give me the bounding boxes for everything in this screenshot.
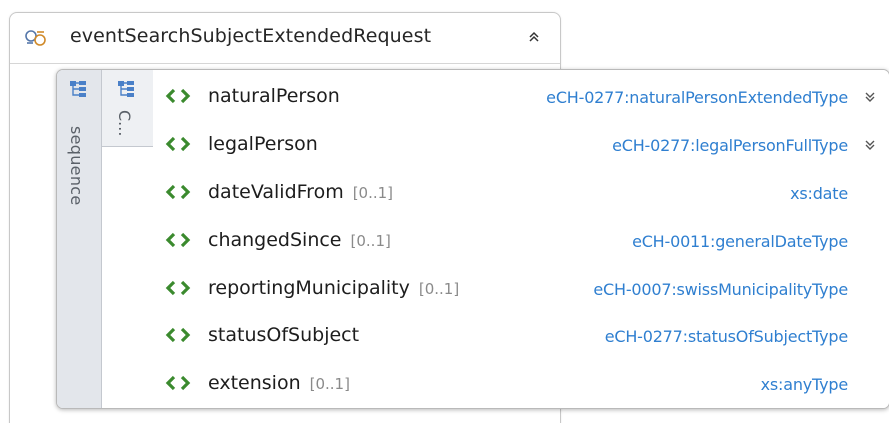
complex-type-name: eventSearchSubjectExtendedRequest: [70, 25, 432, 47]
element-row[interactable]: reportingMunicipality [0..1] eCH-0007:swis…: [153, 265, 889, 313]
element-row[interactable]: legalPerson eCH-0277:legalPersonFullType: [153, 121, 889, 169]
choice-tab[interactable]: C...: [102, 70, 154, 147]
element-icon: [165, 184, 191, 200]
chevron-double-down-icon[interactable]: [863, 90, 877, 104]
element-icon: [165, 327, 191, 343]
element-type-link[interactable]: xs:anyType: [761, 375, 849, 394]
element-icon: [165, 232, 191, 248]
element-row[interactable]: changedSince [0..1] eCH-0011:generalDateTy…: [153, 217, 889, 265]
element-cardinality: [0..1]: [309, 375, 350, 393]
sequence-label: sequence: [67, 126, 86, 206]
element-icon: [165, 280, 191, 296]
element-type-link[interactable]: eCH-0277:legalPersonFullType: [612, 136, 848, 155]
element-type-link[interactable]: xs:date: [790, 184, 848, 203]
element-name: legalPerson: [208, 133, 318, 155]
element-type-link[interactable]: eCH-0277:statusOfSubjectType: [605, 327, 848, 346]
sequence-tab[interactable]: sequence: [57, 70, 102, 408]
element-type-link[interactable]: eCH-0007:swissMunicipalityType: [593, 280, 848, 299]
element-name: naturalPerson: [208, 85, 340, 107]
element-type-link[interactable]: eCH-0011:generalDateType: [632, 232, 848, 251]
element-name: dateValidFrom [0..1]: [208, 181, 394, 203]
element-icon: [165, 88, 191, 104]
sequence-group: sequence C... naturalPerson eCH-0277:natu…: [56, 69, 889, 409]
element-row[interactable]: extension [0..1] xs:anyType: [153, 360, 889, 408]
element-cardinality: [0..1]: [350, 232, 391, 250]
element-cardinality: [0..1]: [418, 280, 460, 298]
element-row[interactable]: naturalPerson eCH-0277:naturalPersonExten…: [153, 73, 889, 121]
element-name: statusOfSubject: [208, 324, 360, 346]
element-cardinality: [0..1]: [352, 184, 394, 202]
element-type-link[interactable]: eCH-0277:naturalPersonExtendedType: [546, 88, 848, 107]
element-name: changedSince [0..1]: [208, 229, 391, 251]
chevron-double-down-icon[interactable]: [863, 138, 877, 152]
element-name: extension [0..1]: [208, 372, 350, 394]
element-icon: [165, 375, 191, 391]
chevron-double-up-icon[interactable]: [527, 30, 541, 44]
complex-type-icon: [25, 30, 46, 46]
sequence-icon: [70, 81, 86, 97]
element-row[interactable]: dateValidFrom [0..1] xs:date: [153, 169, 889, 217]
element-icon: [165, 136, 191, 152]
choice-icon: [118, 81, 134, 97]
complex-type-header: eventSearchSubjectExtendedRequest: [10, 13, 560, 64]
element-name: reportingMunicipality [0..1]: [208, 277, 460, 299]
xsd-diagram-canvas: eventSearchSubjectExtendedRequest sequen…: [0, 0, 889, 423]
choice-tab-gap: [102, 147, 153, 408]
choice-label: C...: [115, 110, 134, 137]
element-row[interactable]: statusOfSubject eCH-0277:statusOfSubjectT…: [153, 312, 889, 360]
